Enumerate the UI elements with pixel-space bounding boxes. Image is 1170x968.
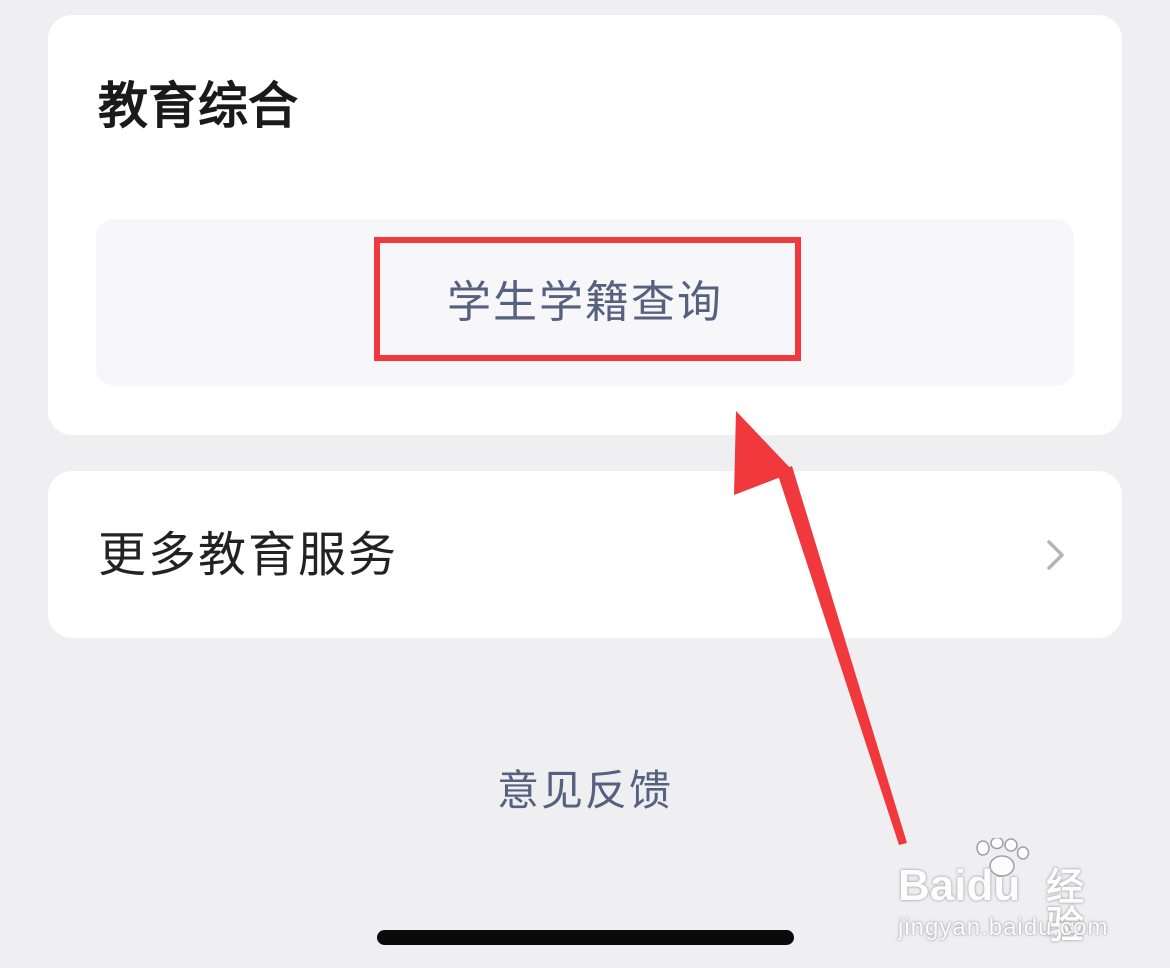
watermark-brand: Baidu [898, 861, 1021, 910]
feedback-link[interactable]: 意见反馈 [0, 770, 1170, 812]
watermark-url: jingyan.baidu.com [898, 914, 1109, 941]
section-title: 教育综合 [98, 77, 298, 135]
more-education-services-row[interactable]: 更多教育服务 [48, 471, 1122, 638]
home-indicator[interactable] [377, 930, 794, 945]
baidu-jingyan-watermark: Baidu 经验 jingyan.baidu.com [896, 838, 1110, 948]
service-label: 学生学籍查询 [447, 276, 723, 328]
student-status-query-button[interactable]: 学生学籍查询 [96, 219, 1074, 386]
chevron-right-icon [1047, 540, 1064, 570]
more-services-label: 更多教育服务 [98, 527, 399, 583]
education-card: 教育综合 学生学籍查询 [48, 15, 1122, 435]
